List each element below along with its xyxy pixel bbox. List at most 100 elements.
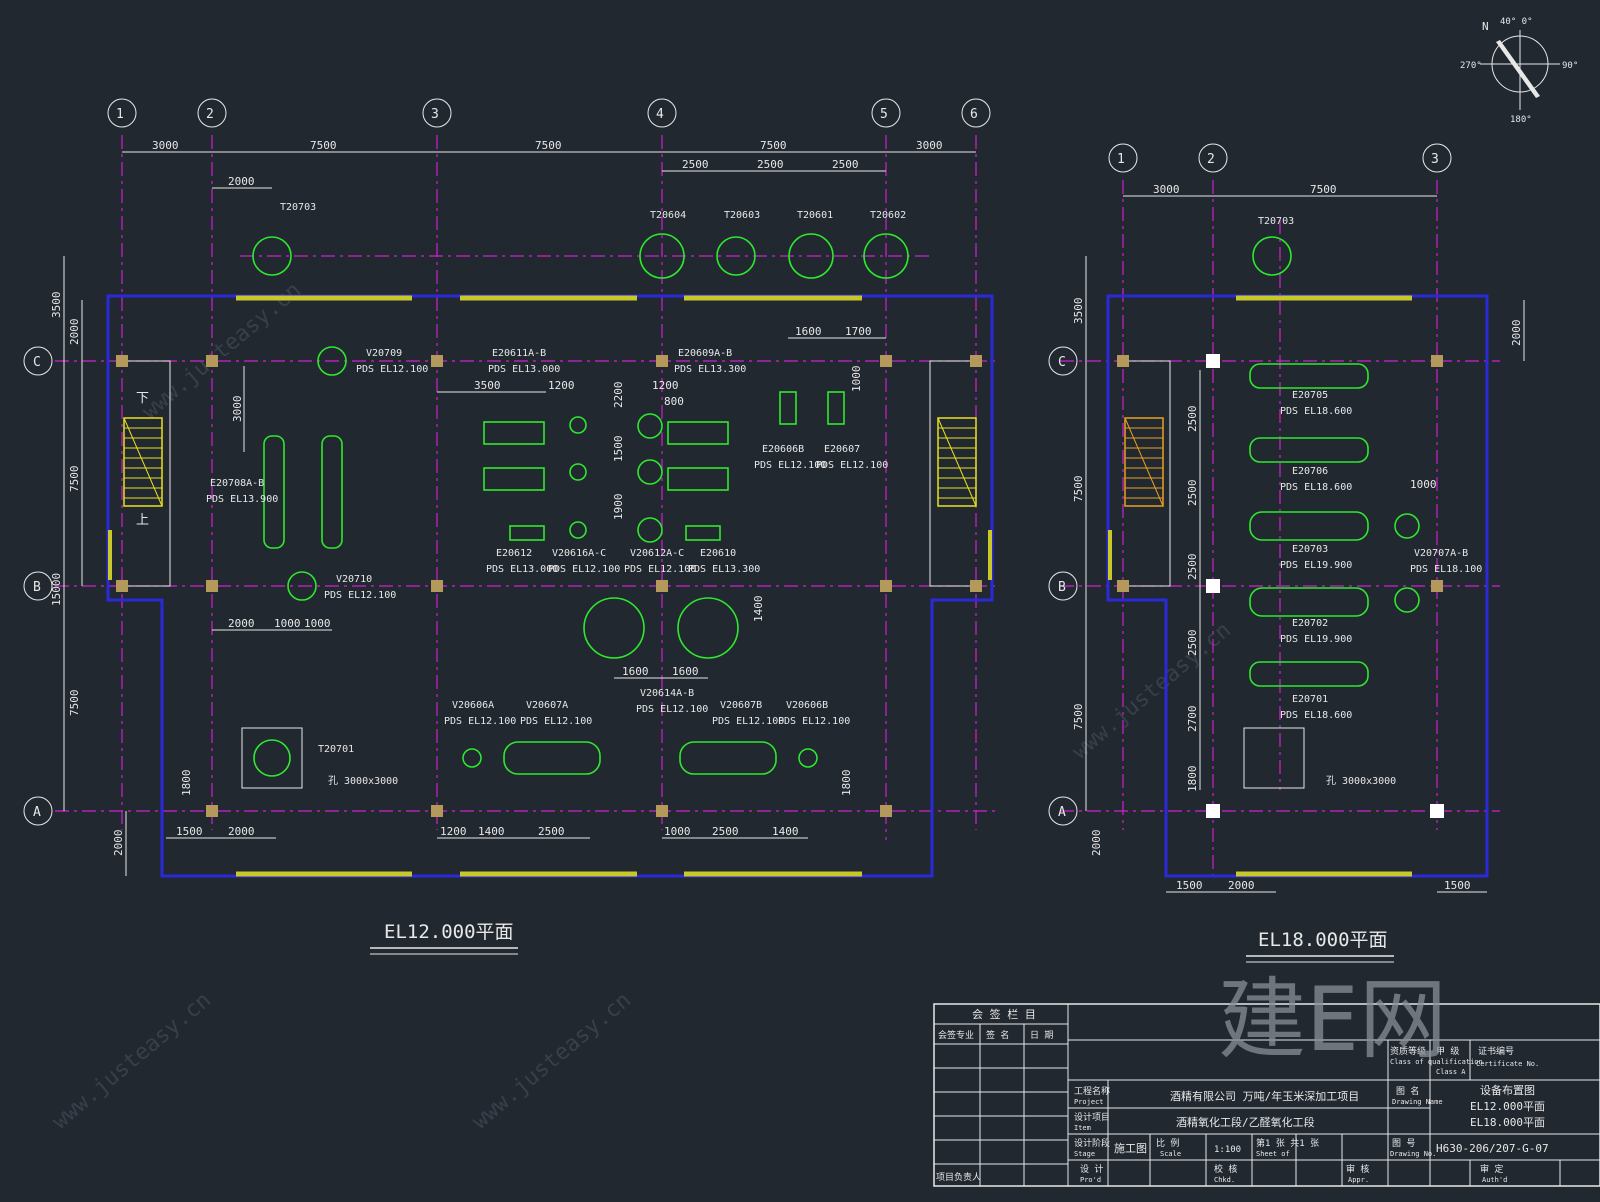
opening-label: 孔 3000x3000 xyxy=(1326,775,1396,787)
dim-text: 3500 xyxy=(50,292,63,319)
pm-label: 项目负责人 xyxy=(936,1171,981,1183)
tower-tag: T20602 xyxy=(870,210,906,221)
watermark-text: www.justeasy.cn xyxy=(1068,618,1236,765)
row-label: B xyxy=(1058,580,1066,595)
plan-title: EL18.000平面 xyxy=(1258,929,1388,951)
left-dimensions: 3500 2000 7500 15000 7500 xyxy=(50,256,83,811)
dim-text: 2000 xyxy=(228,175,255,188)
project-label: 工程名称 xyxy=(1074,1085,1110,1097)
equip-tag: E20609A-B xyxy=(678,348,732,359)
compass-180: 180° xyxy=(1510,115,1532,125)
dim-text: 2000 xyxy=(1090,830,1103,857)
dim-text: 3000 xyxy=(916,139,943,152)
stage-label-en: Stage xyxy=(1074,1150,1095,1158)
equip-tag: E20610 xyxy=(700,548,736,559)
equip-tag: V20710 xyxy=(336,574,372,585)
dim-text: 1800 xyxy=(1186,766,1199,793)
equip-tag: V20607B xyxy=(720,700,762,711)
equip-el: PDS EL12.100 xyxy=(778,716,850,727)
dim-text: 2500 xyxy=(1186,630,1199,657)
dim-text: 2500 xyxy=(712,825,739,838)
axis-label: 1 xyxy=(1117,152,1125,167)
equip-tag: V20707A-B xyxy=(1414,548,1468,559)
plan-el18: 1 2 3 C B A 3000 7500 3500 7500 7500 200… xyxy=(1048,143,1525,963)
dim-text: 1000 xyxy=(850,366,863,393)
dim-text: 1600 xyxy=(795,325,822,338)
scale-label: 比 例 xyxy=(1156,1137,1179,1149)
equip-tag: V20606B xyxy=(786,700,828,711)
dim-text: 1000 xyxy=(664,825,691,838)
equip-tag: E20705 xyxy=(1292,390,1328,401)
row-label: A xyxy=(33,805,41,820)
dim-text: 1800 xyxy=(180,770,193,797)
equip-el: PDS EL13.000 xyxy=(488,364,560,375)
watermark-logo: 建E网 xyxy=(1218,968,1447,1071)
equip-el: PDS EL18.100 xyxy=(1410,564,1482,575)
check-label: 校 核 xyxy=(1214,1163,1237,1175)
dim-text: 2500 xyxy=(1186,480,1199,507)
equip-tag: V20612A-C xyxy=(630,548,684,559)
watermark-text: www.justeasy.cn xyxy=(468,988,636,1135)
equip-el: PDS EL12.100 xyxy=(548,564,620,575)
countersign-col: 签 名 xyxy=(986,1029,1009,1041)
row-label: C xyxy=(33,355,41,370)
dim-text: 7500 xyxy=(535,139,562,152)
top-dimensions: 3000 7500 7500 7500 3000 2500 2500 2500 … xyxy=(122,139,976,189)
row-label: A xyxy=(1058,805,1066,820)
cert-label: 证书编号 xyxy=(1478,1045,1514,1057)
dim-text: 3000 xyxy=(231,396,244,423)
dim-text: 2000 xyxy=(228,825,255,838)
equip-tag: T20701 xyxy=(318,744,354,755)
dim-text: 1500 xyxy=(1444,879,1471,892)
equip-tag: E20702 xyxy=(1292,618,1328,629)
dim-text: 7500 xyxy=(68,466,81,493)
equip-tag: E20708A-B xyxy=(210,478,264,489)
axis-label: 5 xyxy=(880,107,888,122)
plan-title: EL12.000平面 xyxy=(384,921,514,943)
approve-label: 审 定 xyxy=(1480,1163,1503,1175)
top-dimensions: 3000 7500 xyxy=(1123,183,1437,197)
design-label: 设 计 xyxy=(1080,1163,1103,1175)
countersign-col: 会签专业 xyxy=(938,1029,974,1041)
equip-tag: E20701 xyxy=(1292,694,1328,705)
equip-el: PDS EL13.900 xyxy=(206,494,278,505)
countersign-col: 日 期 xyxy=(1030,1030,1053,1041)
equip-el: PDS EL18.600 xyxy=(1280,406,1352,417)
equip-el: PDS EL12.100 xyxy=(712,716,784,727)
dim-text: 3500 xyxy=(1072,298,1085,325)
dim-text: 7500 xyxy=(68,690,81,717)
axis-label: 4 xyxy=(656,107,664,122)
drawing-canvas: www.justeasy.cn www.justeasy.cn www.just… xyxy=(23,17,1600,1187)
dim-text: 7500 xyxy=(1072,476,1085,503)
dim-text: 2500 xyxy=(538,825,565,838)
equip-el: PDS EL12.100 xyxy=(636,704,708,715)
watermark-text: www.justeasy.cn xyxy=(48,988,216,1135)
dim-text: 2500 xyxy=(757,158,784,171)
towers: T20703 T20604 T20603 T20601 T20602 xyxy=(252,202,909,279)
compass-n: N xyxy=(1482,20,1489,33)
compass-270: 270° xyxy=(1460,61,1482,71)
drawing-name-3: EL18.000平面 xyxy=(1470,1116,1545,1129)
dim-text: 2000 xyxy=(1510,320,1523,347)
equip-tag: V20614A-B xyxy=(640,688,694,699)
item-label-en: Item xyxy=(1074,1124,1091,1132)
design-label-en: Pro'd xyxy=(1080,1176,1101,1184)
equip-tag: V20607A xyxy=(526,700,568,711)
axis-label: 3 xyxy=(1431,152,1439,167)
tower-tag: T20604 xyxy=(650,210,686,221)
dim-text: 1400 xyxy=(478,825,505,838)
tower-tag: T20703 xyxy=(1258,216,1294,227)
dim-text: 7500 xyxy=(310,139,337,152)
equip-tag: E20612 xyxy=(496,548,532,559)
stage-value: 施工图 xyxy=(1114,1142,1147,1155)
dim-text: 1900 xyxy=(612,494,625,521)
dim-text: 2000 xyxy=(112,830,125,857)
equip-el: PDS EL12.100 xyxy=(520,716,592,727)
item-value: 酒精氧化工段/乙醛氧化工段 xyxy=(1176,1115,1315,1129)
drawing-name-2: EL12.000平面 xyxy=(1470,1100,1545,1113)
dim-text: 15000 xyxy=(50,573,63,606)
dim-text: 2000 xyxy=(1228,879,1255,892)
equip-el: PDS EL19.900 xyxy=(1280,634,1352,645)
grid-lines xyxy=(55,135,1000,840)
equip-el: PDS EL13.300 xyxy=(688,564,760,575)
